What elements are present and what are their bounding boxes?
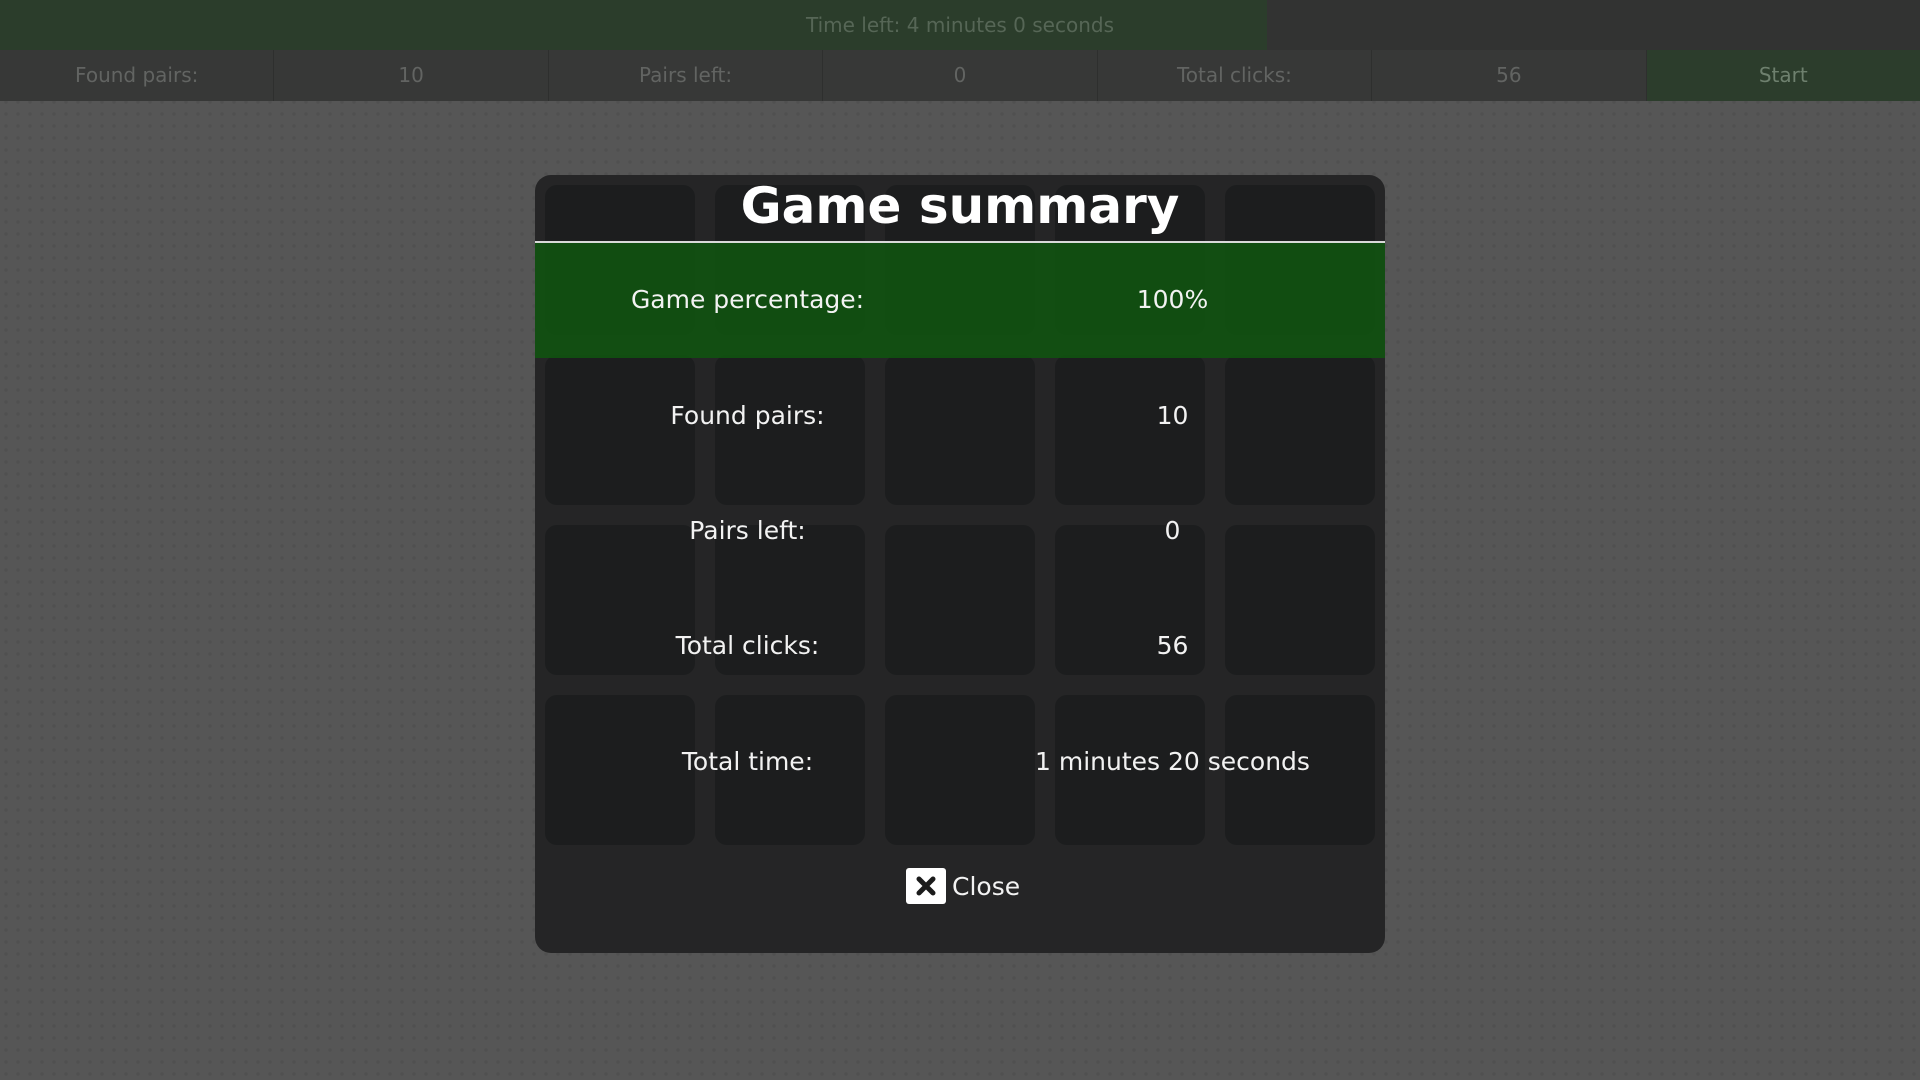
game-percentage-label: Game percentage: (630, 285, 865, 314)
total-time-summary-value: 1 minutes 20 seconds (1035, 747, 1310, 776)
time-bar: Time left: 4 minutes 0 seconds (0, 0, 1920, 50)
close-button[interactable]: Close (906, 868, 1020, 904)
pairs-left-label: Pairs left: (549, 50, 824, 101)
found-pairs-summary-label: Found pairs: (670, 401, 825, 430)
start-button[interactable]: Start (1646, 50, 1920, 101)
stats-bar: Found pairs: 10 Pairs left: 0 Total clic… (0, 50, 1920, 101)
total-clicks-summary-label: Total clicks: (675, 631, 820, 660)
game-summary-dialog: Game summary Game percentage: 100% Found… (535, 175, 1385, 953)
close-icon (906, 868, 946, 904)
pairs-left-summary-label: Pairs left: (689, 516, 806, 545)
total-time-summary-label: Total time: (681, 747, 814, 776)
game-percentage-value: 100% (1136, 285, 1209, 314)
found-pairs-summary-value: 10 (1156, 401, 1189, 430)
total-clicks-value: 56 (1372, 50, 1647, 101)
close-label: Close (952, 871, 1021, 901)
total-clicks-label: Total clicks: (1098, 50, 1373, 101)
time-left-label: Time left: 4 minutes 0 seconds (805, 13, 1115, 37)
found-pairs-label: Found pairs: (0, 50, 275, 101)
dialog-title: Game summary (740, 177, 1180, 235)
pairs-left-summary-value: 0 (1164, 516, 1181, 545)
found-pairs-value: 10 (274, 50, 549, 101)
total-clicks-summary-value: 56 (1156, 631, 1189, 660)
pairs-left-value: 0 (823, 50, 1098, 101)
